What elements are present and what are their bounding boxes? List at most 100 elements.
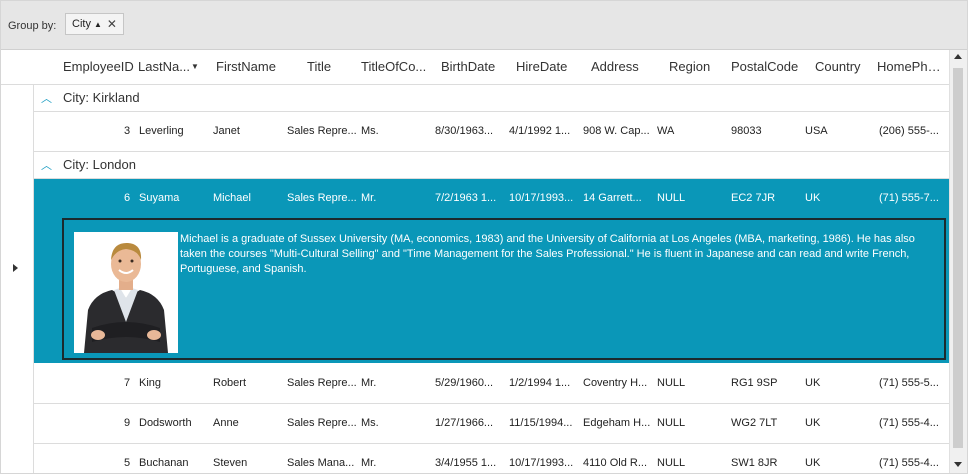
cell-region: NULL [657, 377, 686, 389]
scroll-down-arrow-icon[interactable] [954, 462, 962, 467]
cell-address: Coventry H... [583, 377, 648, 389]
cell-firstname: Anne [213, 417, 239, 429]
cell-homephone: (71) 555-7... [879, 192, 939, 204]
cell-birthdate: 5/29/1960... [435, 377, 494, 389]
employee-notes: Michael is a graduate of Sussex Universi… [180, 233, 915, 275]
group-panel-label: Group by: [8, 20, 57, 32]
cell-title: Sales Repre... [287, 377, 357, 389]
table-row[interactable]: 7 King Robert Sales Repre... Mr. 5/29/19… [34, 364, 949, 404]
cell-employeeid: 9 [124, 417, 131, 429]
group-row-label: City: Kirkland [63, 90, 140, 105]
cell-address: 908 W. Cap... [583, 125, 650, 137]
table-row[interactable]: 5 Buchanan Steven Sales Mana... Mr. 3/4/… [34, 444, 949, 473]
cell-postalcode: EC2 7JR [731, 192, 776, 204]
cell-homephone: (71) 555-4... [879, 457, 939, 469]
cell-employeeid: 5 [124, 457, 131, 469]
cell-title: Sales Repre... [287, 125, 357, 137]
cell-region: WA [657, 125, 675, 137]
cell-titleofcourtesy: Mr. [361, 377, 377, 389]
grid-body: EmployeeID LastNa... ▼ FirstName Title T… [1, 50, 949, 473]
sort-ascending-icon: ▲ [93, 19, 102, 29]
cell-country: USA [805, 125, 828, 137]
sort-descending-icon: ▼ [191, 62, 199, 71]
cell-country: UK [805, 417, 821, 429]
scrollbar-thumb[interactable] [953, 68, 963, 448]
scroll-up-arrow-icon[interactable] [954, 54, 962, 59]
column-header-title[interactable]: Title [307, 50, 357, 84]
cell-lastname: Dodsworth [139, 417, 192, 429]
column-header-lastname[interactable]: LastNa... [138, 50, 191, 84]
close-icon[interactable]: ✕ [107, 17, 117, 31]
cell-lastname: King [139, 377, 162, 389]
cell-firstname: Steven [213, 457, 248, 469]
cell-homephone: (71) 555-5... [879, 377, 939, 389]
column-header-homephone[interactable]: HomePho... [877, 50, 945, 84]
row-details: Michael is a graduate of Sussex Universi… [34, 218, 949, 363]
table-row[interactable]: 9 Dodsworth Anne Sales Repre... Ms. 1/27… [34, 404, 949, 444]
column-header-country[interactable]: Country [815, 50, 870, 84]
cell-homephone: (206) 555-... [879, 125, 939, 137]
cell-lastname: Suyama [139, 192, 180, 204]
cell-titleofcourtesy: Ms. [361, 125, 379, 137]
cell-region: NULL [657, 417, 686, 429]
column-header-region[interactable]: Region [669, 50, 724, 84]
cell-titleofcourtesy: Ms. [361, 417, 379, 429]
group-row-london[interactable]: ︿ City: London [34, 152, 949, 179]
current-row-indicator-icon [13, 264, 18, 272]
cell-title: Sales Repre... [287, 192, 357, 204]
cell-hiredate: 10/17/1993... [509, 457, 574, 469]
cell-postalcode: 98033 [731, 125, 762, 137]
column-header-titleofcourtesy[interactable]: TitleOfCo... [361, 50, 431, 84]
cell-lastname: Leverling [139, 125, 184, 137]
cell-birthdate: 7/2/1963 1... [435, 192, 497, 204]
table-row[interactable]: 3 Leverling Janet Sales Repre... Ms. 8/3… [34, 112, 949, 152]
cell-firstname: Robert [213, 377, 247, 389]
cell-titleofcourtesy: Mr. [361, 457, 377, 469]
cell-address: 4110 Old R... [583, 457, 647, 469]
cell-postalcode: WG2 7LT [731, 417, 778, 429]
column-header-firstname[interactable]: FirstName [216, 50, 286, 84]
employee-photo [74, 232, 178, 353]
cell-homephone: (71) 555-4... [879, 417, 939, 429]
cell-title: Sales Mana... [287, 457, 355, 469]
group-chip-label: City [72, 18, 91, 30]
cell-birthdate: 8/30/1963... [435, 125, 494, 137]
group-row-kirkland[interactable]: ︿ City: Kirkland [34, 85, 949, 112]
cell-country: UK [805, 457, 821, 469]
chevron-up-icon[interactable]: ︿ [41, 90, 52, 106]
cell-address: 14 Garrett... [583, 192, 642, 204]
cell-titleofcourtesy: Mr. [361, 192, 377, 204]
group-panel: Group by: City ▲ ✕ [1, 1, 967, 50]
cell-hiredate: 11/15/1994... [509, 417, 573, 429]
cell-region: NULL [657, 457, 686, 469]
column-header-address[interactable]: Address [591, 50, 661, 84]
column-header-birthdate[interactable]: BirthDate [441, 50, 511, 84]
column-header-hiredate[interactable]: HireDate [516, 50, 586, 84]
cell-title: Sales Repre... [287, 417, 357, 429]
cell-hiredate: 4/1/1992 1... [509, 125, 571, 137]
cell-country: UK [805, 192, 821, 204]
cell-country: UK [805, 377, 821, 389]
cell-employeeid: 7 [124, 377, 131, 389]
cell-birthdate: 1/27/1966... [435, 417, 494, 429]
column-header-employeeid[interactable]: EmployeeID [63, 50, 135, 84]
chevron-up-icon[interactable]: ︿ [41, 157, 52, 173]
cell-postalcode: SW1 8JR [731, 457, 778, 469]
cell-address: Edgeham H... [583, 417, 651, 429]
vertical-scrollbar[interactable] [949, 50, 967, 473]
cell-lastname: Buchanan [139, 457, 189, 469]
grid-view: Group by: City ▲ ✕ EmployeeID LastNa... … [0, 0, 968, 474]
column-header-postalcode[interactable]: PostalCode [731, 50, 806, 84]
cell-postalcode: RG1 9SP [731, 377, 778, 389]
cell-employeeid: 6 [124, 192, 131, 204]
column-header-row: EmployeeID LastNa... ▼ FirstName Title T… [1, 50, 949, 85]
cell-region: NULL [657, 192, 686, 204]
group-row-label: City: London [63, 157, 136, 172]
table-row-selected[interactable]: 6 Suyama Michael Sales Repre... Mr. 7/2/… [34, 179, 949, 218]
cell-firstname: Michael [213, 192, 251, 204]
group-chip-city[interactable]: City ▲ ✕ [65, 13, 124, 35]
row-indicator-column [1, 50, 34, 473]
cell-hiredate: 1/2/1994 1... [509, 377, 571, 389]
row-details-panel: Michael is a graduate of Sussex Universi… [62, 218, 946, 360]
cell-employeeid: 3 [124, 125, 131, 137]
